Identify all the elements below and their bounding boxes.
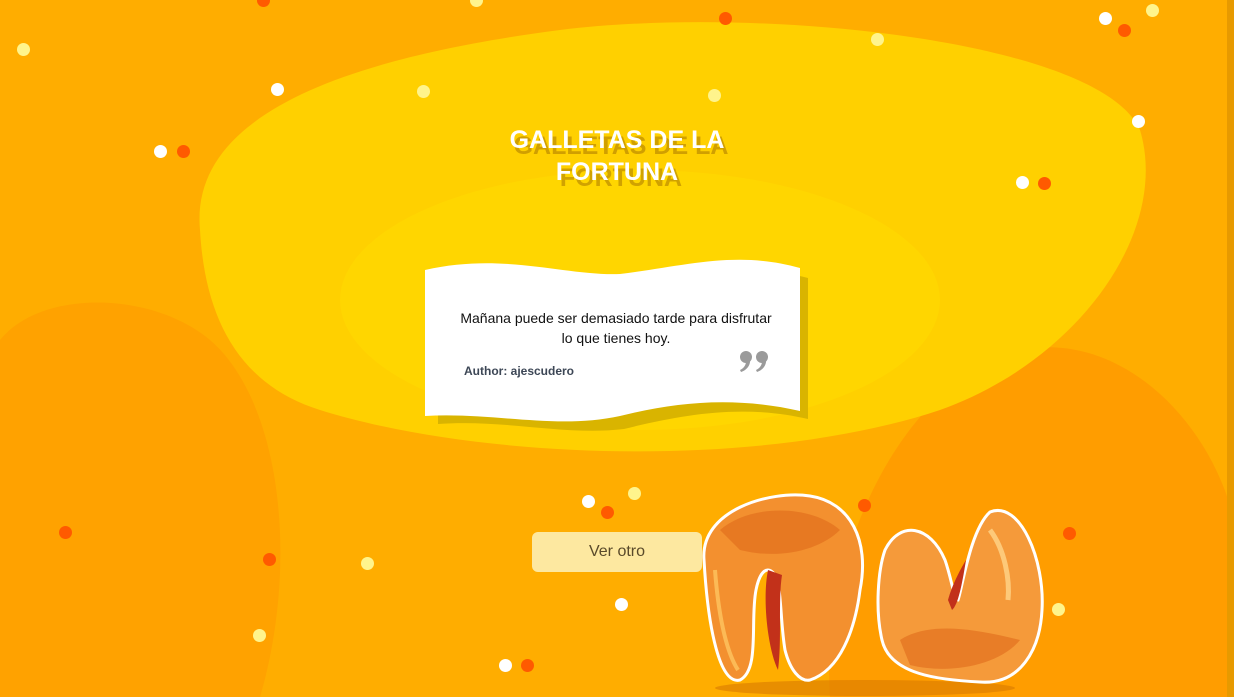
confetti-dot (1132, 115, 1145, 128)
confetti-dot (1118, 24, 1131, 37)
confetti-dot (271, 83, 284, 96)
confetti-dot (1146, 4, 1159, 17)
close-quote-icon (740, 351, 768, 372)
quote-author: Author: ajescudero (464, 364, 575, 378)
page-title-line-1: GALLETAS DE LA (509, 126, 725, 154)
page-stage: GALLETAS DE LA FORTUNA Mañana puede ser … (0, 0, 1234, 697)
page-title-line-2: FORTUNA (555, 158, 679, 186)
confetti-dot (601, 506, 614, 519)
confetti-dot (628, 487, 641, 500)
confetti-dot (253, 629, 266, 642)
confetti-dot (417, 85, 430, 98)
page-title: GALLETAS DE LA FORTUNA (467, 124, 767, 188)
confetti-dot (177, 145, 190, 158)
confetti-dot (708, 89, 721, 102)
confetti-dot (1099, 12, 1112, 25)
confetti-dot (361, 557, 374, 570)
quote-text: Mañana puede ser demasiado tarde para di… (460, 310, 772, 346)
confetti-dot (1016, 176, 1029, 189)
confetti-dot (615, 598, 628, 611)
confetti-dot (499, 659, 512, 672)
confetti-dot (263, 553, 276, 566)
confetti-dot (17, 43, 30, 56)
confetti-dot (871, 33, 884, 46)
confetti-dot (582, 495, 595, 508)
ver-otro-button[interactable]: Ver otro (532, 532, 702, 572)
confetti-dot (1063, 527, 1076, 540)
confetti-dot (154, 145, 167, 158)
confetti-dot (521, 659, 534, 672)
confetti-dot (719, 12, 732, 25)
confetti-dot (1038, 177, 1051, 190)
confetti-dot (59, 526, 72, 539)
fortune-cookies-illustration (702, 493, 1044, 696)
